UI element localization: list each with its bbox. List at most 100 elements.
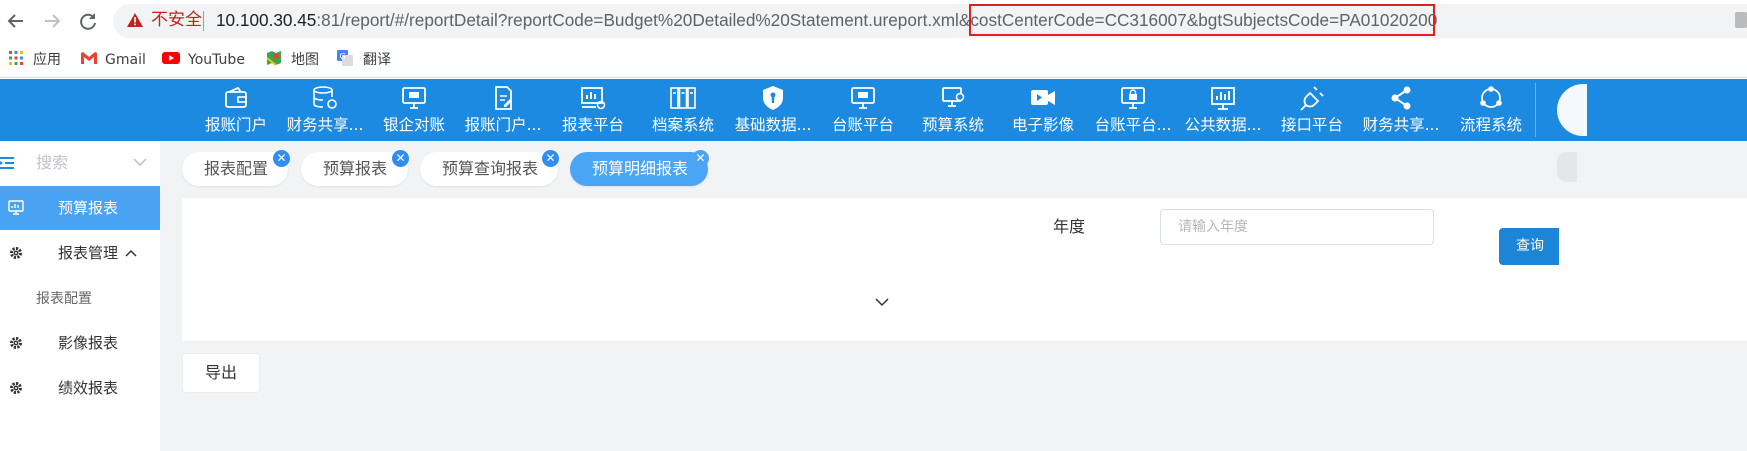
nav-item-electronic-imaging[interactable]: 电子影像 [998,79,1088,141]
archive-icon [670,87,696,109]
close-icon[interactable]: ✕ [273,150,290,167]
monitor-lock-icon [1121,87,1145,109]
close-icon[interactable]: ✕ [392,150,409,167]
nav-item-label: 报表平台 [561,116,624,134]
sidebar-subitem-report-config[interactable]: 报表配置 [0,277,160,321]
sidebar-search-placeholder[interactable]: 搜索 [36,152,68,174]
nav-item-label: 财务共享... [286,116,364,134]
nav-item-label: 报账门户 [204,116,267,134]
nav-item-label: 银企对账 [382,116,445,134]
bookmark-maps[interactable]: 地图 [291,50,319,70]
nav-item-budget-system[interactable]: 预算系统 [908,79,998,141]
sidebar: 搜索 预算报表 报表管理 报表配置 影像报表 绩效报表 [0,141,160,451]
monitor-icon [851,87,875,109]
query-button[interactable]: 查询 [1499,228,1559,265]
tab-label: 报表配置 [204,159,269,178]
close-icon[interactable]: ✕ [542,150,559,167]
chart-gear-icon [581,87,606,110]
sidebar-item-label: 报表配置 [36,291,92,307]
nav-item-bank-reconciliation[interactable]: 银企对账 [370,79,458,141]
sidebar-item-performance-report[interactable]: 绩效报表 [0,366,160,410]
sidebar-item-label: 绩效报表 [58,379,119,397]
sidebar-item-label: 预算报表 [58,199,119,217]
nav-item-workflow-system[interactable]: 流程系统 [1446,79,1536,141]
export-button[interactable]: 导出 [182,353,260,393]
url-highlight-box [969,4,1435,36]
reload-icon[interactable] [77,10,99,32]
nav-item-reimbursement-portal[interactable]: 报账门户 [192,79,280,141]
tab-label: 预算明细报表 [592,159,689,178]
nav-item-label: 预算系统 [921,116,984,134]
chevron-down-icon[interactable] [133,158,147,167]
nav-item-label: 财务共享... [1362,116,1440,134]
nav-item-report-platform[interactable]: 报表平台 [548,79,638,141]
nav-item-label: 台账平台 [831,116,894,134]
nav-item-public-data[interactable]: 公共数据... [1178,79,1268,141]
browser-address-bar: 不安全 10.100.30.45:81/report/#/reportDetai… [0,0,1747,42]
plug-icon [1300,86,1324,111]
extension-icon[interactable] [1735,12,1747,28]
tab-budget-detail-report[interactable]: 预算明细报表 ✕ [570,150,709,186]
sidebar-item-report-management[interactable]: 报表管理 [0,231,160,275]
apps-grid-icon[interactable] [8,50,24,66]
gmail-icon[interactable] [80,50,97,66]
maps-icon[interactable] [266,50,282,66]
bookmarks-bar: 应用 Gmail YouTube 地图 G 翻译 [0,42,1747,78]
share-icon [1391,86,1411,110]
nav-item-label: 档案系统 [651,116,714,134]
youtube-icon[interactable] [162,50,180,66]
warning-triangle-icon[interactable] [126,12,144,28]
flow-cycle-icon [1480,86,1502,108]
url-host: 10.100.30.45 [216,10,317,30]
nav-item-interface-platform[interactable]: 接口平台 [1268,79,1356,141]
sidebar-search[interactable]: 搜索 [0,141,160,185]
nav-item-ledger-platform-2[interactable]: 台账平台... [1088,79,1178,141]
tab-budget-query-report[interactable]: 预算查询报表 ✕ [420,150,559,186]
tab-label: 预算报表 [323,159,388,178]
sidebar-item-budget-report[interactable]: 预算报表 [0,186,160,230]
app-top-navigation: 报账门户 财务共享... 银企对账 报账门户... 报表平台 档案系统 基础数据… [0,79,1747,141]
nav-item-label: 基础数据... [734,116,812,134]
nav-item-ledger-platform[interactable]: 台账平台 [818,79,908,141]
video-camera-icon [1031,90,1055,105]
gear-icon [10,337,22,349]
nav-item-reimbursement-portal-2[interactable]: 报账门户... [458,79,548,141]
sidebar-item-label: 影像报表 [58,334,119,352]
tab-report-config[interactable]: 报表配置 ✕ [182,150,290,186]
nav-item-label: 接口平台 [1280,116,1343,134]
tab-budget-report[interactable]: 预算报表 ✕ [301,150,409,186]
nav-item-label: 报账门户... [464,116,542,134]
chevron-up-icon [125,249,137,257]
nav-item-finance-share[interactable]: 财务共享... [280,79,370,141]
menu-toggle-icon[interactable] [0,156,14,170]
bookmark-translate[interactable]: 翻译 [363,50,391,70]
wallet-icon [225,86,247,108]
report-monitor-icon [8,200,24,215]
chevron-down-icon[interactable] [874,295,890,309]
forward-arrow-icon[interactable] [41,10,63,32]
gear-icon [10,247,22,259]
back-arrow-icon[interactable] [5,10,27,32]
nav-item-label: 公共数据... [1184,116,1262,134]
nav-item-master-data[interactable]: 基础数据... [728,79,818,141]
sidebar-item-image-report[interactable]: 影像报表 [0,321,160,365]
nav-item-label: 电子影像 [1011,116,1074,134]
bar-chart-icon [1211,87,1235,110]
bookmark-apps[interactable]: 应用 [33,50,61,70]
translate-icon[interactable]: G [337,50,353,66]
close-icon[interactable]: ✕ [692,150,709,167]
monitor-icon [402,87,426,109]
bookmark-gmail[interactable]: Gmail [105,50,146,70]
topnav-divider [1535,83,1536,137]
nav-item-archive-system[interactable]: 档案系统 [638,79,728,141]
screen-gear-icon [942,87,965,107]
shield-icon [763,86,783,110]
bookmark-youtube[interactable]: YouTube [188,50,245,70]
nav-item-finance-share-2[interactable]: 财务共享... [1356,79,1446,141]
tab-scroll-handle[interactable] [1557,152,1577,182]
document-edit-icon [495,86,512,110]
sidebar-item-label: 报表管理 [58,244,119,262]
year-input[interactable] [1160,209,1434,245]
security-status-label[interactable]: 不安全 [151,8,202,32]
database-gear-icon [313,86,337,109]
